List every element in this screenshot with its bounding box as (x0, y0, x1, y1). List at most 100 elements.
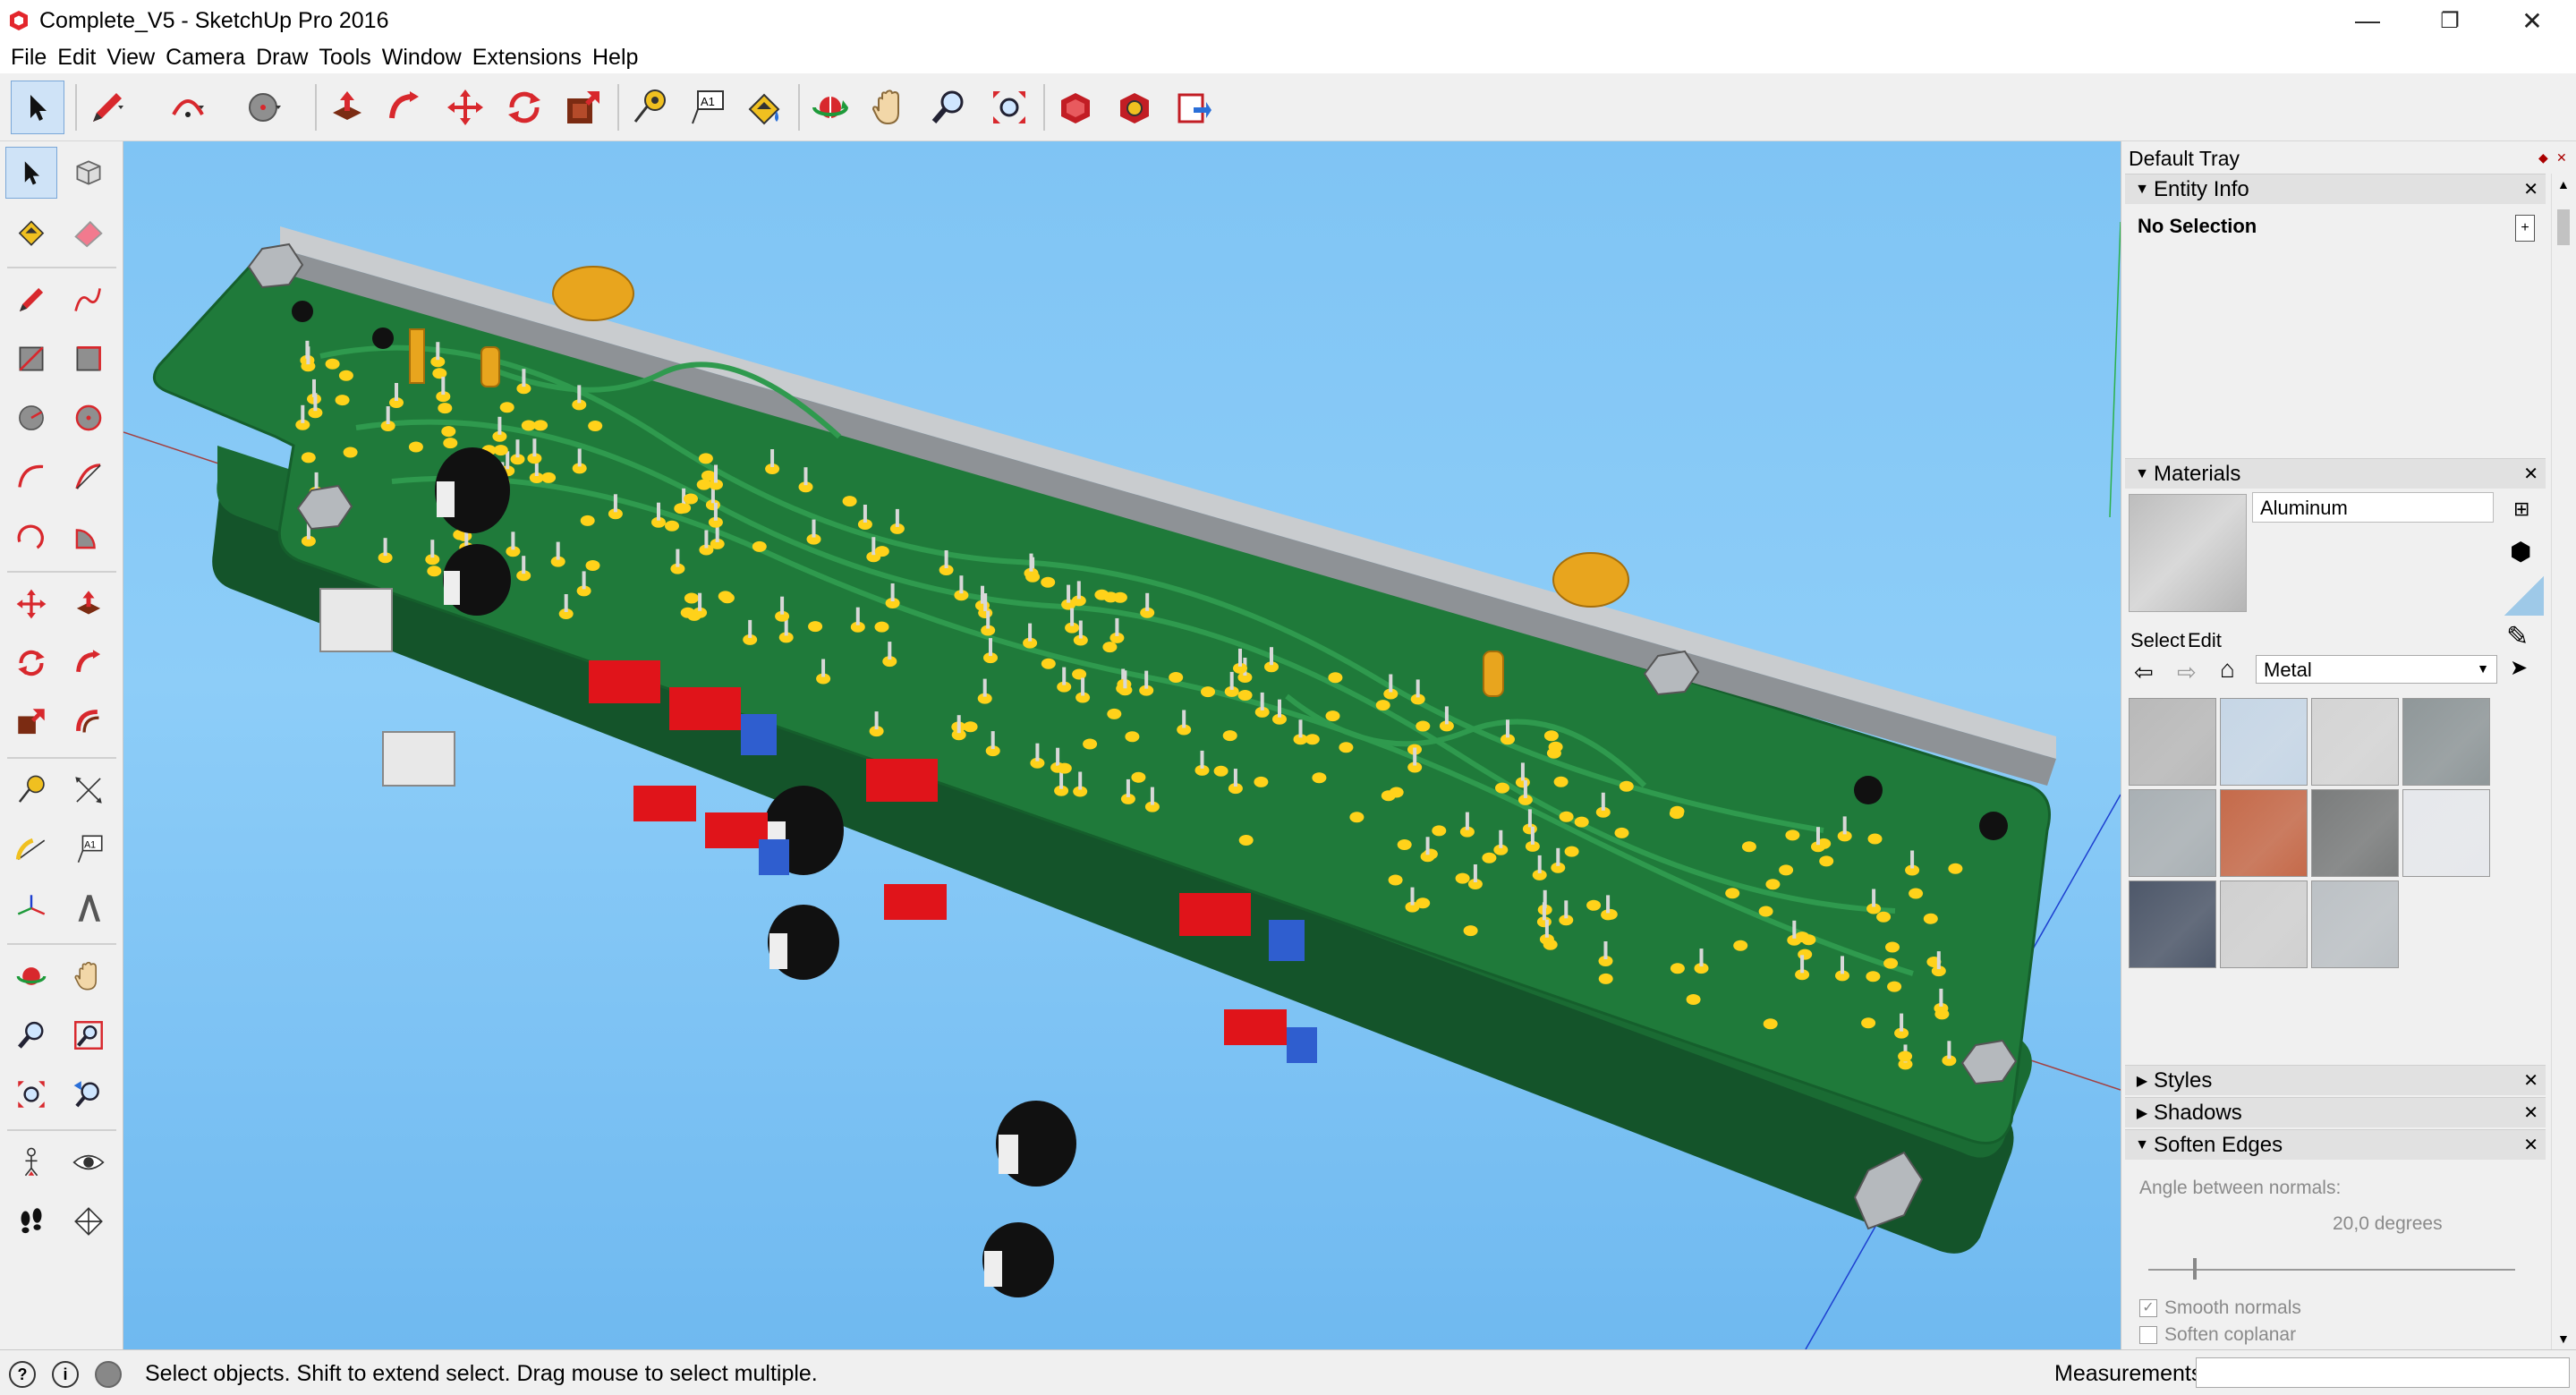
paint-bucket-tool-button[interactable] (737, 81, 791, 134)
menu-view[interactable]: View (101, 45, 160, 71)
tray-close-icon[interactable]: ✕ (2556, 150, 2567, 166)
freehand-tool[interactable] (63, 274, 115, 326)
polygon-tool[interactable] (63, 392, 115, 444)
material-swatch[interactable] (2129, 880, 2216, 968)
section-plane-tool[interactable] (63, 1195, 115, 1247)
select-tool[interactable] (5, 147, 57, 199)
zoom-window-tool[interactable] (63, 1009, 115, 1061)
push-pull-tool[interactable] (63, 578, 115, 630)
move-tool[interactable] (5, 578, 57, 630)
text-tool-button[interactable]: A1 (680, 81, 734, 134)
smooth-normals-option[interactable]: ✓ Smooth normals (2139, 1297, 2301, 1319)
smooth-normals-checkbox[interactable]: ✓ (2139, 1299, 2157, 1318)
protractor-tool[interactable] (5, 823, 57, 875)
default-material-icon[interactable] (2504, 576, 2544, 616)
scroll-up-icon[interactable]: ▲ (2557, 177, 2570, 191)
pencil-tool-button[interactable] (81, 81, 134, 134)
three-point-arc-tool[interactable] (5, 510, 57, 562)
home-icon[interactable]: ⌂ (2220, 655, 2235, 684)
make-component-tool[interactable] (63, 147, 115, 199)
styles-header[interactable]: ▶ Styles ✕ (2125, 1065, 2546, 1095)
forward-arrow-icon[interactable]: ⇨ (2177, 659, 2197, 686)
menu-file[interactable]: File (5, 45, 52, 71)
toggle-details-button[interactable]: + (2515, 215, 2535, 242)
orbit-tool-button[interactable] (803, 81, 857, 134)
rotate-tool[interactable] (5, 637, 57, 689)
select-tool-button[interactable] (11, 81, 64, 134)
scroll-down-icon[interactable]: ▼ (2557, 1331, 2570, 1346)
material-name-field[interactable]: Aluminum (2252, 492, 2494, 523)
paint-bucket-tool[interactable] (5, 206, 57, 258)
create-material-icon[interactable]: ⊞ (2513, 498, 2529, 521)
menu-draw[interactable]: Draw (251, 45, 313, 71)
pan-tool-button[interactable] (863, 81, 916, 134)
look-around-tool[interactable] (63, 1136, 115, 1188)
soften-coplanar-checkbox[interactable] (2139, 1326, 2157, 1345)
menu-help[interactable]: Help (587, 45, 643, 71)
eyedropper-icon[interactable]: ✎ (2506, 621, 2529, 652)
two-point-arc-tool[interactable] (63, 451, 115, 503)
text-tool[interactable]: A1 (63, 823, 115, 875)
menu-window[interactable]: Window (377, 45, 467, 71)
restore-button[interactable]: ❐ (2409, 0, 2491, 41)
rotate-tool-button[interactable] (497, 81, 551, 134)
menu-tools[interactable]: Tools (313, 45, 376, 71)
offset-tool-button[interactable] (557, 81, 610, 134)
3d-warehouse-button[interactable] (1049, 81, 1102, 134)
3d-text-tool[interactable] (63, 882, 115, 934)
walk-tool[interactable] (5, 1195, 57, 1247)
material-swatch[interactable] (2402, 698, 2490, 786)
edit-tab[interactable]: Edit (2188, 629, 2222, 652)
geo-location-icon[interactable]: ? (9, 1361, 36, 1388)
details-arrow-icon[interactable]: ➤ (2510, 655, 2528, 681)
scale-tool[interactable] (5, 696, 57, 748)
material-swatch[interactable] (2220, 880, 2308, 968)
line-tool[interactable] (5, 274, 57, 326)
circle-tool-button[interactable] (238, 81, 292, 134)
materials-header[interactable]: ▼ Materials ✕ (2125, 458, 2546, 489)
orbit-tool[interactable] (5, 950, 57, 1002)
zoom-extents-tool[interactable] (5, 1068, 57, 1120)
position-camera-tool[interactable] (5, 1136, 57, 1188)
close-icon[interactable]: ✕ (2523, 1102, 2538, 1124)
push-pull-tool-button[interactable] (320, 81, 374, 134)
select-tab[interactable]: Select (2130, 629, 2185, 652)
previous-view-tool[interactable] (63, 1068, 115, 1120)
material-swatch[interactable] (2129, 789, 2216, 877)
angle-slider-thumb[interactable] (2193, 1258, 2197, 1280)
angle-slider-track[interactable] (2148, 1269, 2515, 1271)
material-swatch[interactable] (2402, 789, 2490, 877)
credits-icon[interactable]: i (52, 1361, 79, 1388)
model-viewport[interactable] (123, 141, 2121, 1349)
menu-edit[interactable]: Edit (52, 45, 101, 71)
minimize-button[interactable]: — (2326, 0, 2409, 41)
zoom-tool[interactable] (5, 1009, 57, 1061)
close-button[interactable]: ✕ (2491, 0, 2573, 41)
dimension-tool[interactable] (63, 764, 115, 816)
close-icon[interactable]: ✕ (2523, 1069, 2538, 1092)
pan-tool[interactable] (63, 950, 115, 1002)
material-swatch[interactable] (2311, 880, 2399, 968)
axes-tool[interactable] (5, 882, 57, 934)
close-icon[interactable]: ✕ (2523, 178, 2538, 200)
pin-icon[interactable]: ◆ (2538, 150, 2548, 166)
shadows-header[interactable]: ▶ Shadows ✕ (2125, 1097, 2546, 1127)
follow-me-tool[interactable] (63, 637, 115, 689)
arc-tool-button[interactable] (161, 81, 215, 134)
eraser-tool[interactable] (63, 206, 115, 258)
scrollbar-thumb[interactable] (2557, 209, 2570, 245)
offset-tool[interactable] (63, 696, 115, 748)
soften-edges-header[interactable]: ▼ Soften Edges ✕ (2125, 1129, 2546, 1160)
zoom-tool-button[interactable] (922, 81, 975, 134)
material-swatch[interactable] (2311, 698, 2399, 786)
tape-measure-tool[interactable] (5, 764, 57, 816)
circle-tool[interactable] (5, 392, 57, 444)
back-arrow-icon[interactable]: ⇦ (2134, 659, 2154, 686)
extension-warehouse-button[interactable] (1108, 81, 1161, 134)
move-tool-button[interactable] (438, 81, 492, 134)
entity-info-header[interactable]: ▼ Entity Info ✕ (2125, 174, 2546, 204)
menu-extensions[interactable]: Extensions (467, 45, 587, 71)
arc-tool[interactable] (5, 451, 57, 503)
close-icon[interactable]: ✕ (2523, 1134, 2538, 1156)
follow-me-tool-button[interactable] (378, 81, 431, 134)
